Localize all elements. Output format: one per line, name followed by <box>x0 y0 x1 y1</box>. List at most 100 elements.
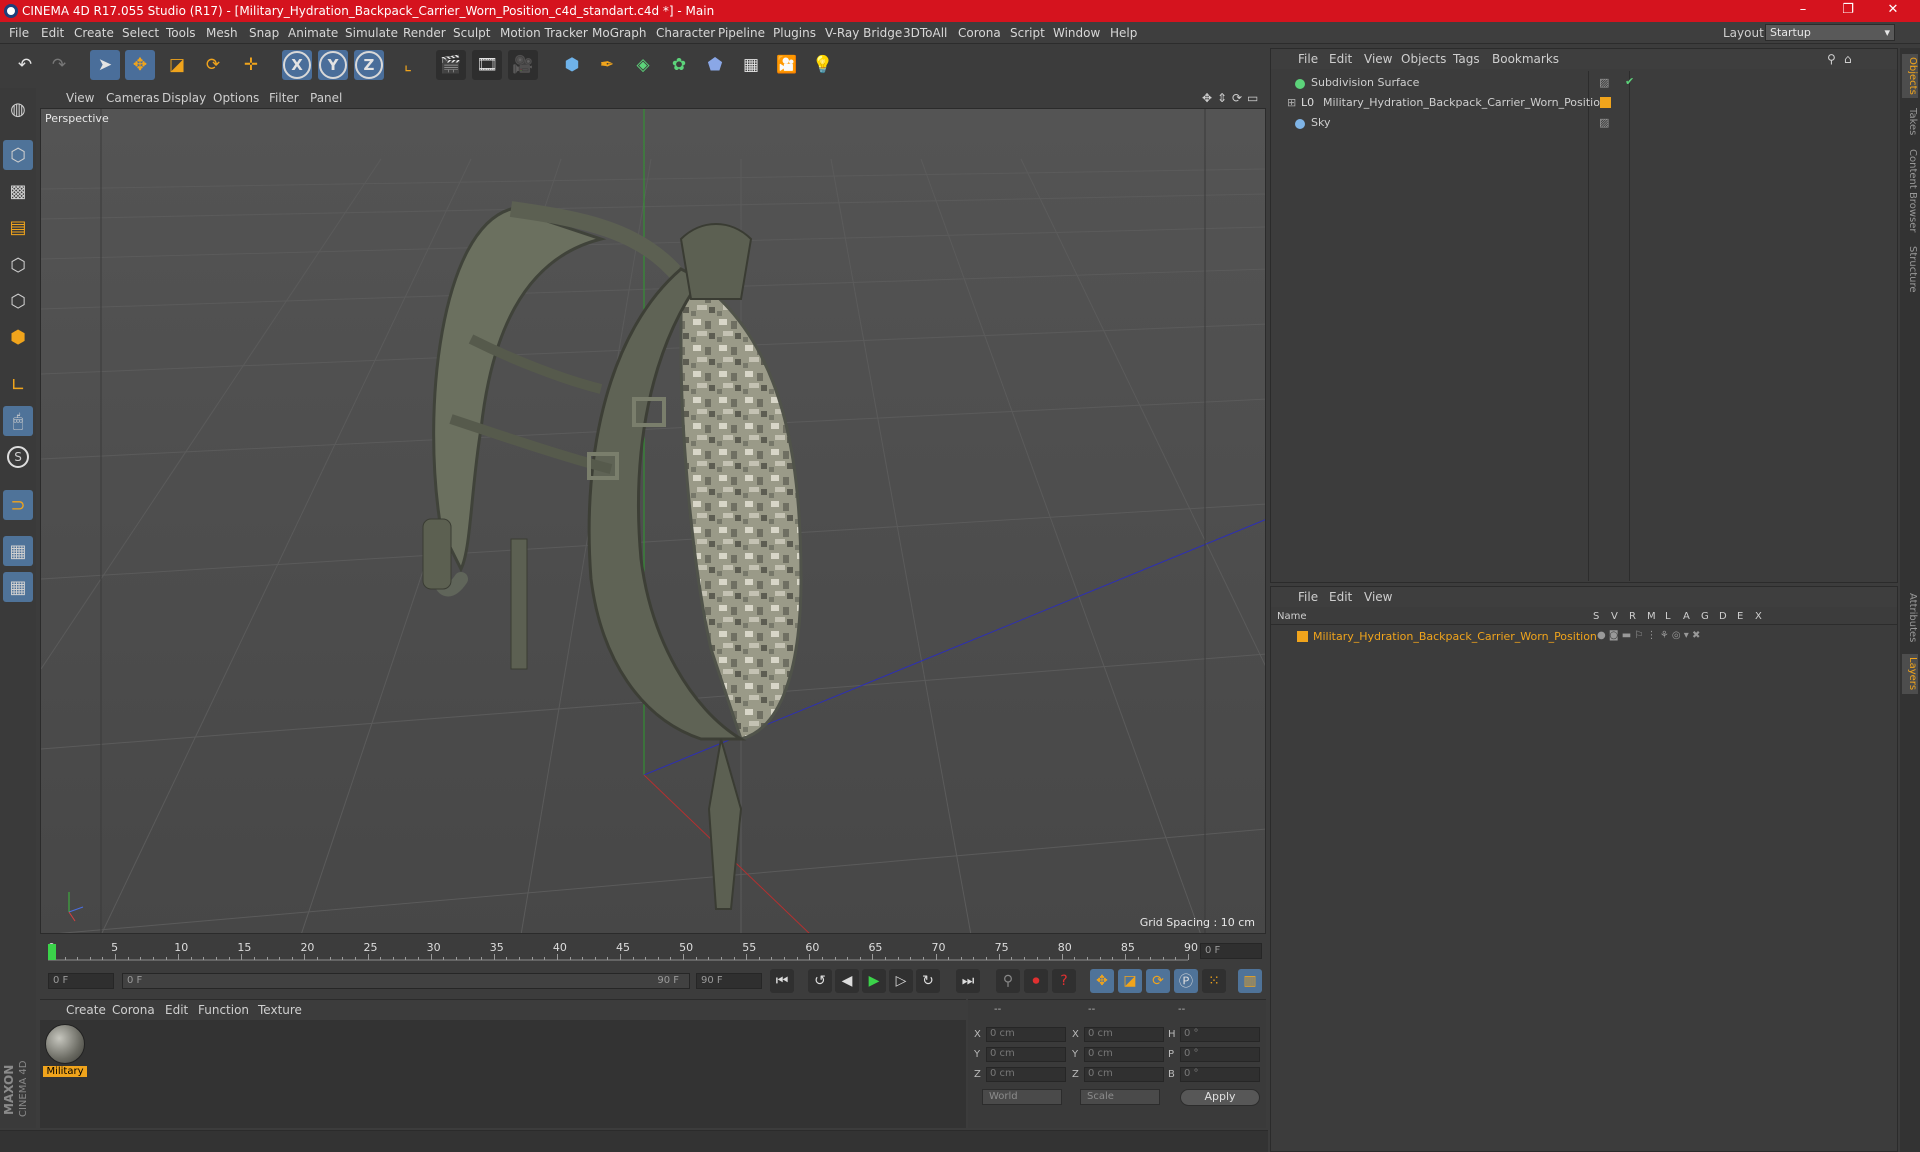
object-row-sky[interactable]: Sky ▨ <box>1275 113 1895 133</box>
menu-window[interactable]: Window <box>1053 26 1100 40</box>
z-axis-button[interactable]: Z <box>354 50 384 80</box>
autokeying-button[interactable]: ⏺ <box>1024 969 1048 993</box>
key-pla-button[interactable]: ⁙ <box>1202 969 1226 993</box>
3d-viewport[interactable]: Perspective Grid Spacing : 10 cm <box>40 108 1266 934</box>
material-menu-create[interactable]: Create <box>66 1003 106 1017</box>
layer-color-swatch[interactable] <box>1297 631 1308 642</box>
layer-flag-icons[interactable]: ● ◙ ▬ ⚐ ⋮ ⚘ ◎ ▾ ✖ <box>1597 630 1700 641</box>
size-x-field[interactable]: 0 cm <box>1084 1027 1164 1042</box>
viewport-menu-filter[interactable]: Filter <box>269 91 299 105</box>
go-to-start-button[interactable]: ⏮ <box>770 969 794 993</box>
menu-pipeline[interactable]: Pipeline <box>718 26 765 40</box>
menu-mesh[interactable]: Mesh <box>206 26 238 40</box>
object-menu-tags[interactable]: Tags <box>1453 52 1480 66</box>
keyframe-selection-button[interactable]: ? <box>1052 969 1076 993</box>
record-keys-button[interactable]: ⚲ <box>996 969 1020 993</box>
layout-dropdown[interactable]: Startup ▾ <box>1765 24 1895 41</box>
viewport-menu-display[interactable]: Display <box>162 91 206 105</box>
viewport-menu-options[interactable]: Options <box>213 91 259 105</box>
layer-menu-edit[interactable]: Edit <box>1329 590 1352 604</box>
undo-button[interactable]: ↶ <box>10 50 40 80</box>
rot-p-field[interactable]: 0 ° <box>1180 1047 1260 1062</box>
home-icon[interactable]: ⌂ <box>1844 52 1852 66</box>
next-key-button[interactable]: ↻ <box>916 969 940 993</box>
material-menu-corona[interactable]: Corona <box>112 1003 155 1017</box>
magnet-button[interactable]: ⊃ <box>3 490 33 520</box>
menu-select[interactable]: Select <box>122 26 159 40</box>
coordinate-mode-dropdown[interactable]: Scale <box>1080 1089 1160 1105</box>
menu-render[interactable]: Render <box>403 26 446 40</box>
menu-snap[interactable]: Snap <box>249 26 279 40</box>
render-picture-viewer-button[interactable]: 🎞 <box>472 50 502 80</box>
start-frame-field[interactable]: 0 F <box>48 973 114 989</box>
object-row-backpack[interactable]: ⊞ L0 Military_Hydration_Backpack_Carrier… <box>1275 93 1895 113</box>
layer-menu-file[interactable]: File <box>1298 590 1318 604</box>
playhead-marker[interactable] <box>48 944 56 960</box>
viewport-menu-cameras[interactable]: Cameras <box>106 91 159 105</box>
menu-corona[interactable]: Corona <box>958 26 1001 40</box>
enabled-check-icon[interactable]: ✔ <box>1625 75 1634 88</box>
polygons-mode-button[interactable]: ⬢ <box>3 322 33 352</box>
workplane-mode-button[interactable]: ▤ <box>3 212 33 242</box>
select-tool-button[interactable]: ➤ <box>90 50 120 80</box>
search-icon[interactable]: ⚲ <box>1827 52 1836 66</box>
frame-range-slider[interactable]: 0 F 90 F <box>122 973 690 989</box>
tab-layers[interactable]: Layers <box>1902 654 1918 694</box>
object-menu-file[interactable]: File <box>1298 52 1318 66</box>
edit-render-settings-button[interactable]: 🎥 <box>508 50 538 80</box>
object-menu-view[interactable]: View <box>1364 52 1392 66</box>
viewport-menu-panel[interactable]: Panel <box>310 91 342 105</box>
viewport-rotate-icon[interactable]: ⟳ <box>1232 91 1242 105</box>
light-button[interactable]: 💡 <box>808 50 838 80</box>
object-menu-bookmarks[interactable]: Bookmarks <box>1492 52 1559 66</box>
render-view-button[interactable]: 🎬 <box>436 50 466 80</box>
timeline[interactable]: 051015202530354045505560657075808590 0 F <box>40 938 1266 964</box>
redo-button[interactable]: ↷ <box>44 50 74 80</box>
menu-edit[interactable]: Edit <box>41 26 64 40</box>
previous-key-button[interactable]: ↺ <box>808 969 832 993</box>
x-axis-button[interactable]: X <box>282 50 312 80</box>
play-button[interactable]: ▶ <box>862 969 886 993</box>
end-frame-field[interactable]: 90 F <box>696 973 762 989</box>
object-menu-objects[interactable]: Objects <box>1401 52 1446 66</box>
previous-frame-button[interactable]: ◀ <box>835 969 859 993</box>
deformer-button[interactable]: ⬟ <box>700 50 730 80</box>
viewport-menu-view[interactable]: View <box>66 91 94 105</box>
make-editable-button[interactable]: ◍ <box>3 94 33 124</box>
viewport-move-icon[interactable]: ✥ <box>1202 91 1212 105</box>
move-tool-button[interactable]: ✥ <box>125 50 155 80</box>
menu-create[interactable]: Create <box>74 26 114 40</box>
rot-h-field[interactable]: 0 ° <box>1180 1027 1260 1042</box>
viewport-maximize-icon[interactable]: ▭ <box>1247 91 1258 105</box>
material-menu-function[interactable]: Function <box>198 1003 249 1017</box>
layer-menu-view[interactable]: View <box>1364 590 1392 604</box>
tab-content-browser[interactable]: Content Browser <box>1902 146 1918 236</box>
menu-character[interactable]: Character <box>656 26 715 40</box>
texture-mode-button[interactable]: ▩ <box>3 176 33 206</box>
tab-takes[interactable]: Takes <box>1902 104 1918 140</box>
model-mode-button[interactable]: ⬡ <box>3 140 33 170</box>
menu-vray-bridge[interactable]: V-Ray Bridge <box>825 26 902 40</box>
size-z-field[interactable]: 0 cm <box>1084 1067 1164 1082</box>
material-menu-edit[interactable]: Edit <box>165 1003 188 1017</box>
coordinate-system-button[interactable]: ⌞ <box>393 50 423 80</box>
tab-objects[interactable]: Objects <box>1902 54 1918 98</box>
layer-row[interactable]: Military_Hydration_Backpack_Carrier_Worn… <box>1275 627 1895 647</box>
lock-workplane-button[interactable]: ▦ <box>3 536 33 566</box>
maximize-button[interactable]: ❐ <box>1833 2 1863 20</box>
coordinate-space-dropdown[interactable]: World <box>982 1089 1062 1105</box>
menu-script[interactable]: Script <box>1010 26 1045 40</box>
key-position-button[interactable]: ✥ <box>1090 969 1114 993</box>
y-axis-button[interactable]: Y <box>318 50 348 80</box>
size-y-field[interactable]: 0 cm <box>1084 1047 1164 1062</box>
material-menu-texture[interactable]: Texture <box>258 1003 302 1017</box>
array-button[interactable]: ✿ <box>664 50 694 80</box>
close-button[interactable]: ✕ <box>1878 2 1908 20</box>
tweak-mode-button[interactable]: 🖱 <box>3 406 33 436</box>
next-frame-button[interactable]: ▷ <box>889 969 913 993</box>
pos-x-field[interactable]: 0 cm <box>986 1027 1066 1042</box>
viewport-zoom-icon[interactable]: ⇕ <box>1217 91 1227 105</box>
points-mode-button[interactable]: ⬡ <box>3 250 33 280</box>
menu-3dtoall[interactable]: 3DToAll <box>903 26 947 40</box>
pos-z-field[interactable]: 0 cm <box>986 1067 1066 1082</box>
